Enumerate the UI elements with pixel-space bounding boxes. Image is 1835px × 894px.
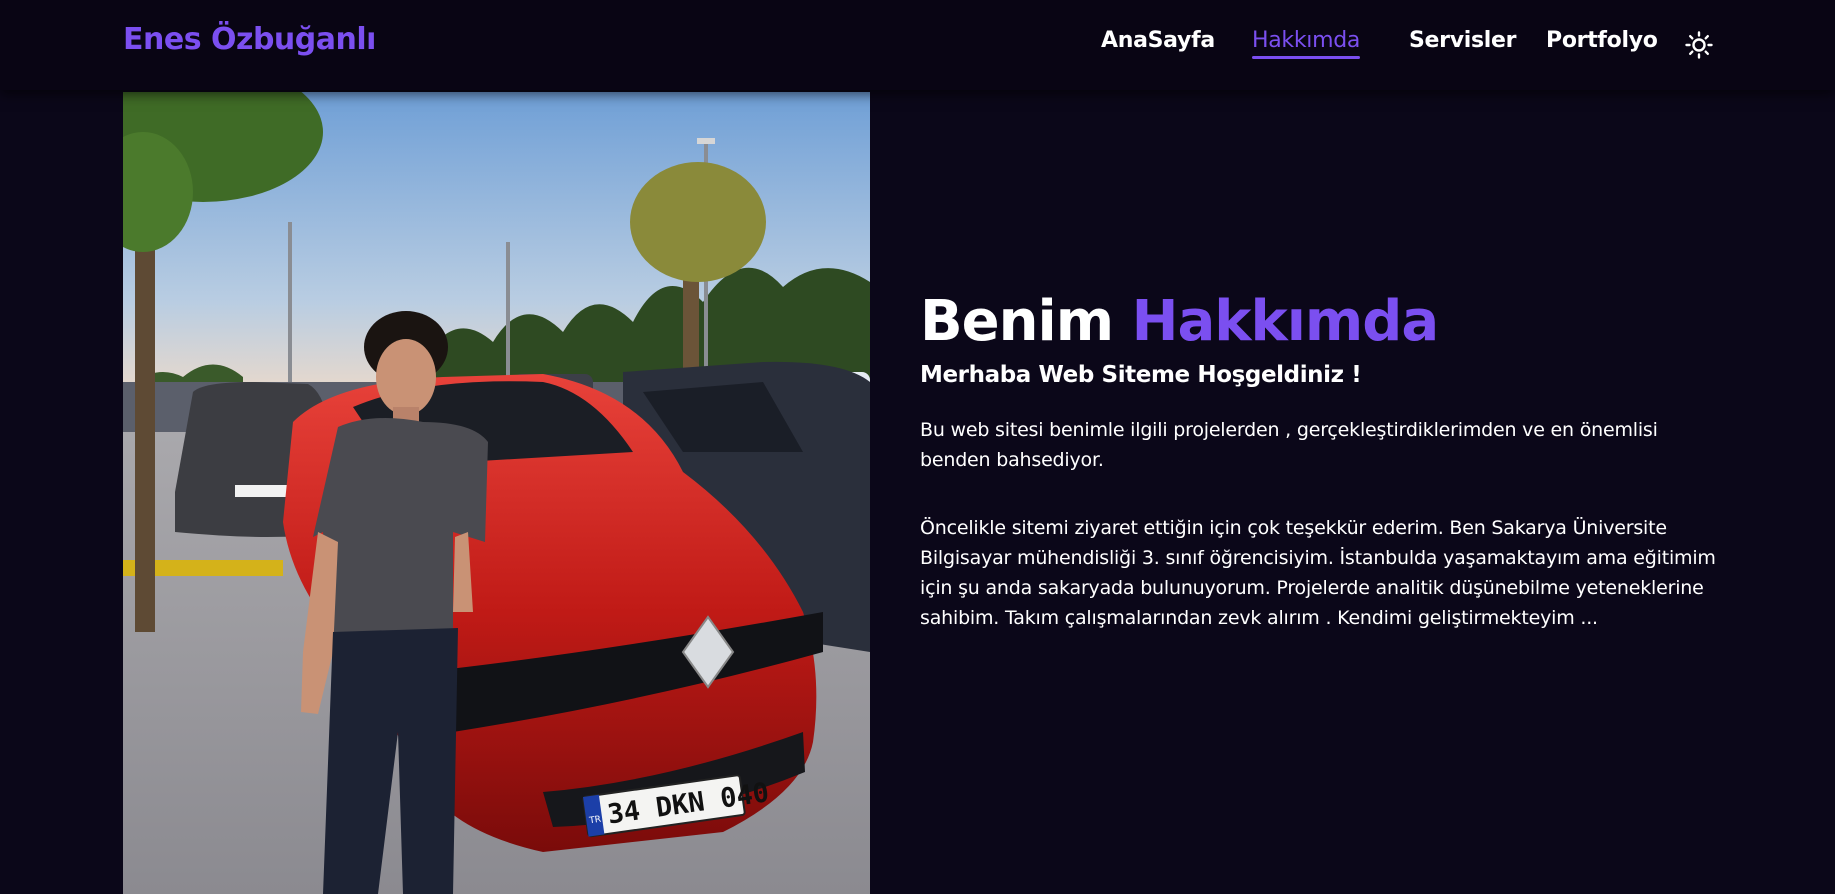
title-accent: Hakkımda [1131,289,1440,354]
about-subtitle: Merhaba Web Siteme Hoşgeldiniz ! [920,362,1362,388]
about-paragraph-2: Öncelikle sitemi ziyaret ettiğin için ço… [920,517,1716,629]
plate-country-label: TR [588,815,602,827]
nav-link-hakkimda[interactable]: Hakkımda [1252,28,1360,59]
sun-icon [1685,31,1713,59]
about-paragraph-1: Bu web sitesi benimle ilgili projelerden… [920,419,1658,471]
nav-link-portfolyo[interactable]: Portfolyo [1546,28,1658,53]
main-nav: AnaSayfa Hakkımda Servisler Portfolyo [0,28,1835,68]
about-title: Benim Hakkımda [920,285,1720,359]
theme-toggle-button[interactable] [1684,30,1714,60]
nav-link-anasayfa[interactable]: AnaSayfa [1101,28,1215,53]
profile-photo: TR 34 DKN 040 [123,92,870,894]
site-header: Enes Özbuğanlı AnaSayfa Hakkımda Servisl… [0,0,1835,90]
title-plain: Benim [920,289,1114,354]
about-section: Benim Hakkımda Merhaba Web Siteme Hoşgel… [920,285,1720,633]
nav-link-servisler[interactable]: Servisler [1409,28,1517,53]
